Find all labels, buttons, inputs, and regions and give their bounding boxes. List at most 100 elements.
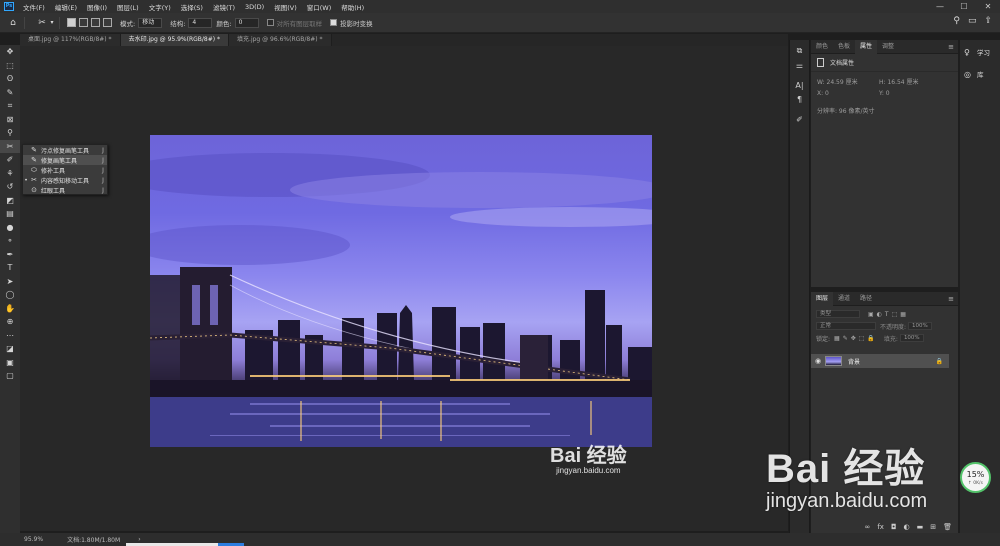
network-speed-badge[interactable]: 15% ↑ 0K/s	[960, 462, 991, 493]
screen-mode-icon[interactable]: ▢	[0, 369, 20, 383]
layer-row-background[interactable]: ◉ 背景 🔒	[811, 354, 949, 368]
filter-icons[interactable]: ▣◐T⬚▦	[868, 311, 909, 318]
learn-button[interactable]: ♀ 学习	[960, 44, 1000, 60]
blend-mode-select[interactable]: 正常	[816, 322, 876, 330]
tab-fill-jpg[interactable]: 填充.jpg @ 96.6%(RGB/8#) *	[229, 34, 332, 46]
canvas-area[interactable]: Bai 经验 jingyan.baidu.com	[20, 46, 788, 531]
lasso-tool-icon[interactable]: ʘ	[0, 72, 20, 86]
intersect-selection-button[interactable]	[103, 18, 112, 27]
menu-window[interactable]: 窗口(W)	[302, 2, 337, 12]
patch-tool-preset-icon[interactable]: ✂	[35, 16, 49, 30]
crop-tool-icon[interactable]: ⌗	[0, 99, 20, 113]
y-value[interactable]: Y: 0	[879, 90, 941, 97]
panel-menu-icon[interactable]: ≡	[948, 40, 954, 54]
gradient-tool-icon[interactable]: ▤	[0, 207, 20, 221]
patch-tool-icon[interactable]: ✂	[0, 139, 20, 153]
menu-edit[interactable]: 编辑(E)	[50, 2, 82, 12]
stamp-tool-icon[interactable]: ⚘	[0, 167, 20, 181]
link-layers-icon[interactable]: ∞	[865, 523, 871, 531]
tab-desktop-jpg[interactable]: 桌面.jpg @ 117%(RGB/8#) *	[20, 34, 121, 46]
eyedropper-tool-icon[interactable]: ⚲	[0, 126, 20, 140]
tab-paths[interactable]: 路径	[855, 292, 877, 306]
dodge-tool-icon[interactable]: ⚬	[0, 234, 20, 248]
canvas-image[interactable]	[150, 135, 652, 447]
chevron-down-icon[interactable]: ▾	[49, 16, 55, 30]
color-swatches-icon[interactable]: ◪	[0, 342, 20, 356]
add-selection-button[interactable]	[79, 18, 88, 27]
subtract-selection-button[interactable]	[91, 18, 100, 27]
height-value[interactable]: H: 16.54 厘米	[879, 77, 941, 86]
path-select-tool-icon[interactable]: ➤	[0, 275, 20, 289]
menu-view[interactable]: 视图(V)	[269, 2, 302, 12]
minimize-button[interactable]: —	[928, 0, 952, 13]
tab-properties[interactable]: 属性	[855, 39, 878, 54]
x-value[interactable]: X: 0	[817, 90, 879, 97]
menu-layer[interactable]: 图层(L)	[112, 2, 144, 12]
move-tool-icon[interactable]: ✥	[0, 45, 20, 59]
tab-remove-watermark-jpg[interactable]: 去水印.jpg @ 95.9%(RGB/8#) *	[120, 34, 230, 46]
menu-image[interactable]: 图像(I)	[82, 2, 112, 12]
adjustment-layer-icon[interactable]: ◐	[904, 523, 910, 531]
history-icon[interactable]: ⧉	[790, 44, 809, 58]
structure-select[interactable]: 4	[188, 17, 213, 28]
tab-channels[interactable]: 通道	[833, 292, 855, 306]
quick-mask-icon[interactable]: ▣	[0, 356, 20, 370]
marquee-tool-icon[interactable]: ⬚	[0, 59, 20, 73]
share-icon[interactable]: ⇪	[984, 16, 992, 26]
menu-select[interactable]: 选择(S)	[176, 2, 208, 12]
close-button[interactable]: ✕	[976, 0, 1000, 13]
color-select[interactable]: 0	[234, 17, 259, 28]
red-eye-tool-item[interactable]: ⊙ 红眼工具 J	[23, 185, 107, 195]
status-menu-arrow[interactable]: ›	[138, 536, 140, 543]
trash-icon[interactable]: 🗑	[943, 523, 952, 531]
blur-tool-icon[interactable]: ●	[0, 221, 20, 235]
patch-tool-item[interactable]: ⬭ 修补工具 J	[23, 165, 107, 175]
quick-select-tool-icon[interactable]: ✎	[0, 86, 20, 100]
home-icon[interactable]: ⌂	[6, 16, 20, 30]
fx-icon[interactable]: fx	[877, 523, 884, 531]
menu-3d[interactable]: 3D(D)	[240, 3, 269, 11]
zoom-level[interactable]: 95.9%	[24, 536, 43, 543]
hand-tool-icon[interactable]: ✋	[0, 302, 20, 316]
transform-on-drop-checkbox[interactable]	[330, 19, 338, 26]
menu-file[interactable]: 文件(F)	[18, 2, 50, 12]
eraser-tool-icon[interactable]: ◩	[0, 194, 20, 208]
spot-healing-brush-item[interactable]: ✎ 污点修复画笔工具 J	[23, 145, 107, 155]
character-icon[interactable]: A|	[790, 78, 809, 92]
search-icon[interactable]: ⚲	[953, 16, 960, 26]
type-tool-icon[interactable]: T	[0, 261, 20, 275]
workspace-icon[interactable]: ▭	[968, 16, 977, 26]
tab-swatches[interactable]: 色板	[833, 40, 855, 54]
mask-icon[interactable]: ◘	[891, 523, 897, 531]
new-layer-icon[interactable]: ⊞	[930, 523, 936, 531]
tab-adjustments[interactable]: 调整	[877, 40, 899, 54]
shape-tool-icon[interactable]: ◯	[0, 288, 20, 302]
new-selection-button[interactable]	[67, 18, 76, 27]
history-brush-tool-icon[interactable]: ↺	[0, 180, 20, 194]
menu-help[interactable]: 帮助(H)	[336, 2, 369, 12]
tab-layers[interactable]: 图层	[811, 291, 834, 306]
maximize-button[interactable]: ☐	[952, 0, 976, 13]
width-value[interactable]: W: 24.59 厘米	[817, 77, 879, 86]
more-tools-icon[interactable]: ⋯	[0, 329, 20, 343]
brush-tool-icon[interactable]: ✐	[0, 153, 20, 167]
healing-brush-item[interactable]: ✎ 修复画笔工具 J	[23, 155, 107, 165]
lock-icons[interactable]: ▦✎✥⬚🔒	[834, 335, 878, 342]
tab-color[interactable]: 颜色	[811, 40, 833, 54]
visibility-eye-icon[interactable]: ◉	[811, 357, 825, 365]
panel-menu-icon[interactable]: ≡	[948, 292, 954, 306]
menu-filter[interactable]: 滤镜(T)	[208, 2, 240, 12]
brush-settings-icon[interactable]: ✐	[790, 112, 809, 126]
adjust-icon[interactable]: ⚌	[790, 58, 809, 72]
zoom-tool-icon[interactable]: ⊕	[0, 315, 20, 329]
menu-type[interactable]: 文字(Y)	[144, 2, 176, 12]
content-aware-move-item[interactable]: • ✂ 内容感知移动工具 J	[23, 175, 107, 185]
layer-filter-select[interactable]: 类型	[816, 310, 860, 318]
mode-select[interactable]: 移动	[138, 17, 163, 28]
group-folder-icon[interactable]: ▬	[917, 523, 924, 531]
opacity-input[interactable]: 100%	[908, 322, 932, 330]
pen-tool-icon[interactable]: ✒	[0, 248, 20, 262]
sample-all-layers-checkbox[interactable]	[266, 19, 274, 26]
frame-tool-icon[interactable]: ⊠	[0, 113, 20, 127]
libraries-button[interactable]: ◎ 库	[960, 66, 1000, 82]
